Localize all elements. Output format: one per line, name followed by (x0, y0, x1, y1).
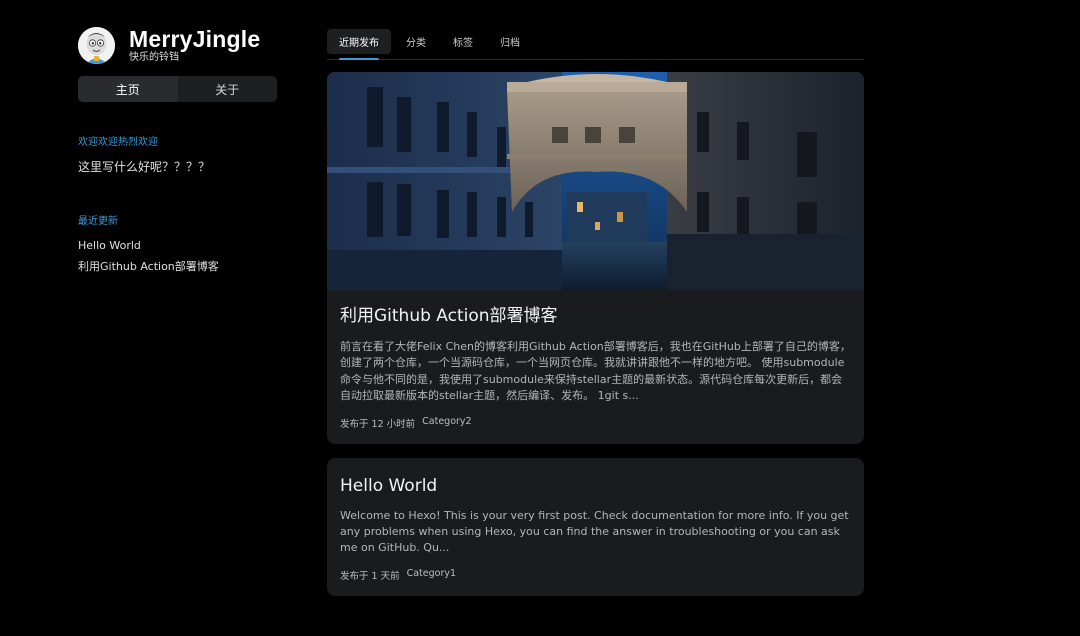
welcome-widget-body: 这里写什么好呢？？？？ (78, 160, 211, 174)
post-date: 发布于 1 天前 (340, 570, 400, 582)
post-excerpt: 前言在看了大佬Felix Chen的博客利用Github Action部署博客后… (340, 340, 851, 403)
post-date: 发布于 12 小时前 (340, 418, 416, 430)
main-content: 近期发布 分类 标签 归档 利用Github Action部署博客 前言在看了大… (327, 29, 864, 596)
avatar[interactable] (78, 26, 115, 64)
post-meta: 发布于 12 小时前 Category2 (340, 416, 851, 430)
post-card[interactable]: Hello World Welcome to Hexo! This is you… (327, 457, 864, 596)
post-tabs: 近期发布 分类 标签 归档 (327, 29, 864, 60)
tab-archives[interactable]: 归档 (488, 29, 532, 54)
menu-item-home[interactable]: 主页 (78, 76, 178, 102)
post-cover-image[interactable] (327, 72, 864, 290)
tab-recent[interactable]: 近期发布 (327, 29, 391, 60)
site-title[interactable]: MerryJingle (129, 26, 260, 52)
recent-list: Hello World 利用Github Action部署博客 (78, 235, 277, 277)
recent-item-link[interactable]: Hello World (78, 235, 277, 256)
site-subtitle: 快乐的铃铛 (129, 52, 179, 63)
recent-widget: 最近更新 Hello World 利用Github Action部署博客 (78, 215, 277, 277)
sidebar: MerryJingle 快乐的铃铛 主页 关于 欢迎欢迎热烈欢迎 这里写什么好呢… (78, 24, 277, 277)
tab-categories[interactable]: 分类 (394, 29, 438, 54)
post-meta: 发布于 1 天前 Category1 (340, 568, 851, 582)
tab-tags[interactable]: 标签 (441, 29, 485, 54)
post-category-link[interactable]: Category2 (422, 416, 471, 430)
welcome-widget-title: 欢迎欢迎热烈欢迎 (78, 137, 158, 148)
avatar-cartoon-icon (78, 26, 115, 64)
post-excerpt: Welcome to Hexo! This is your very first… (340, 508, 849, 555)
post-category-link[interactable]: Category1 (407, 568, 456, 582)
recent-widget-title: 最近更新 (78, 216, 118, 227)
site-brand[interactable]: MerryJingle 快乐的铃铛 (78, 24, 277, 66)
post-title[interactable]: 利用Github Action部署博客 (340, 304, 851, 328)
welcome-widget: 欢迎欢迎热烈欢迎 这里写什么好呢？？？？ (78, 136, 277, 175)
post-title[interactable]: Hello World (340, 474, 851, 498)
recent-item-link[interactable]: 利用Github Action部署博客 (78, 256, 277, 277)
post-card[interactable]: 利用Github Action部署博客 前言在看了大佬Felix Chen的博客… (327, 72, 864, 444)
menu-item-about[interactable]: 关于 (178, 76, 278, 102)
main-menu: 主页 关于 (78, 76, 277, 102)
